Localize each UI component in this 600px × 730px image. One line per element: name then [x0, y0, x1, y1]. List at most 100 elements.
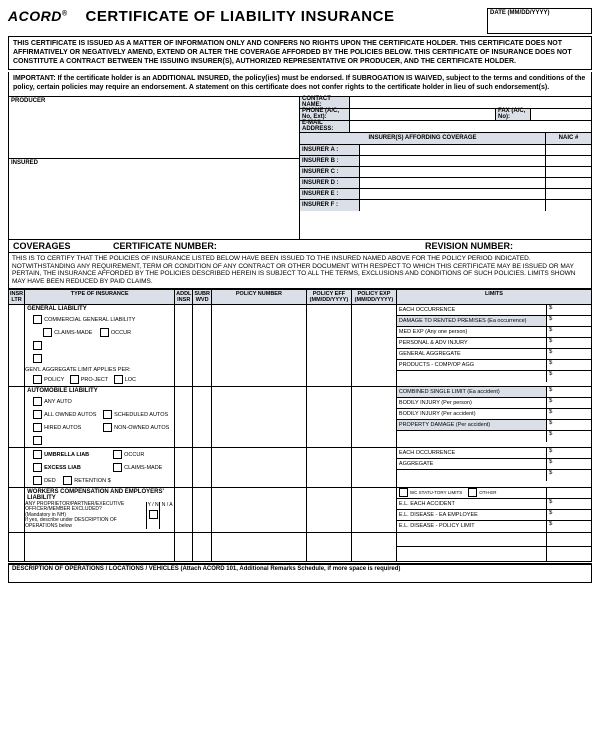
gl-ltr[interactable]	[9, 304, 25, 386]
fax-label: FAX (A/C, No):	[496, 109, 531, 120]
naic-a-field[interactable]	[546, 145, 591, 155]
umb-exp[interactable]	[351, 447, 396, 487]
umb-limits: EACH OCCURRENCE$ AGGREGATE$ $	[396, 447, 591, 487]
gl-subr[interactable]	[193, 304, 212, 386]
insured-field[interactable]: INSURED	[9, 159, 299, 239]
notice-important: IMPORTANT: If the certificate holder is …	[8, 72, 592, 97]
auto-all-check[interactable]	[33, 410, 42, 419]
blank-exp[interactable]	[351, 532, 396, 561]
blank-addl[interactable]	[175, 532, 193, 561]
wc-policy-num[interactable]	[211, 487, 306, 532]
auto-addl[interactable]	[175, 386, 193, 447]
blank-ltr[interactable]	[9, 532, 25, 561]
date-field[interactable]: DATE (MM/DD/YYYY)	[487, 8, 592, 34]
insurer-f-field[interactable]	[360, 200, 546, 211]
blank-subr[interactable]	[193, 532, 212, 561]
insurer-c-field[interactable]	[360, 167, 546, 177]
umb-ret-check[interactable]	[63, 476, 72, 485]
phone-field[interactable]	[350, 109, 496, 120]
wc-exp[interactable]	[351, 487, 396, 532]
wc-stat-check[interactable]	[399, 488, 408, 497]
auto-blank-check[interactable]	[33, 436, 42, 445]
coverages-header: COVERAGES	[9, 240, 109, 252]
wc-eff[interactable]	[306, 487, 351, 532]
wc-limits: WC STATU-TORY LIMITSOTH-ER E.L. EACH ACC…	[396, 487, 591, 532]
col-subr: SUBR WVD	[193, 289, 212, 304]
gl-blank2-check[interactable]	[33, 354, 42, 363]
gl-policy-num[interactable]	[211, 304, 306, 386]
naic-b-field[interactable]	[546, 156, 591, 166]
auto-policy-num[interactable]	[211, 386, 306, 447]
insurers-header: INSURER(S) AFFORDING COVERAGE	[300, 133, 546, 144]
wc-ltr[interactable]	[9, 487, 25, 532]
auto-ltr[interactable]	[9, 386, 25, 447]
auto-eff[interactable]	[306, 386, 351, 447]
email-field[interactable]	[350, 121, 591, 132]
insurer-e-label: INSURER E :	[300, 189, 360, 199]
gl-occur-check[interactable]	[100, 328, 109, 337]
producer-field[interactable]: PRODUCER	[9, 97, 299, 159]
form-title: CERTIFICATE OF LIABILITY INSURANCE	[86, 8, 487, 25]
col-addl: ADDL INSR	[175, 289, 193, 304]
certify-text: THIS IS TO CERTIFY THAT THE POLICIES OF …	[8, 253, 592, 289]
insurer-b-label: INSURER B :	[300, 156, 360, 166]
umb-eff[interactable]	[306, 447, 351, 487]
insurer-a-field[interactable]	[360, 145, 546, 155]
auto-exp[interactable]	[351, 386, 396, 447]
insurer-d-field[interactable]	[360, 178, 546, 188]
auto-sched-check[interactable]	[103, 410, 112, 419]
coverage-table: INSR LTR TYPE OF INSURANCE ADDL INSR SUB…	[8, 289, 592, 562]
gl-loc-check[interactable]	[114, 375, 123, 384]
col-exp: POLICY EXP (MM/DD/YYYY)	[351, 289, 396, 304]
umb-subr[interactable]	[193, 447, 212, 487]
gl-exp[interactable]	[351, 304, 396, 386]
col-ltr: INSR LTR	[9, 289, 25, 304]
gl-eff[interactable]	[306, 304, 351, 386]
umb-exc-check[interactable]	[33, 463, 42, 472]
naic-e-field[interactable]	[546, 189, 591, 199]
wc-subr[interactable]	[193, 487, 212, 532]
gl-claims-check[interactable]	[43, 328, 52, 337]
wc-oth-check[interactable]	[468, 488, 477, 497]
naic-c-field[interactable]	[546, 167, 591, 177]
notice-primary: THIS CERTIFICATE IS ISSUED AS A MATTER O…	[8, 36, 592, 70]
gl-addl[interactable]	[175, 304, 193, 386]
auto-subr[interactable]	[193, 386, 212, 447]
umb-policy-num[interactable]	[211, 447, 306, 487]
umb-occur-check[interactable]	[113, 450, 122, 459]
auto-non-check[interactable]	[103, 423, 112, 432]
gl-project-check[interactable]	[70, 375, 79, 384]
wc-yn-check[interactable]	[149, 510, 158, 519]
umb-umb-check[interactable]	[33, 450, 42, 459]
gl-comm-check[interactable]	[33, 315, 42, 324]
gl-policy-check[interactable]	[33, 375, 42, 384]
gl-type: GENERAL LIABILITY COMMERCIAL GENERAL LIA…	[25, 304, 175, 386]
insurer-f-label: INSURER F :	[300, 200, 360, 211]
blank-eff[interactable]	[306, 532, 351, 561]
umb-ltr[interactable]	[9, 447, 25, 487]
email-label: E-MAIL ADDRESS:	[300, 121, 350, 132]
umb-type: UMBRELLA LIABOCCUR EXCESS LIABCLAIMS-MAD…	[25, 447, 175, 487]
naic-d-field[interactable]	[546, 178, 591, 188]
wc-addl[interactable]	[175, 487, 193, 532]
fax-field[interactable]	[531, 109, 591, 120]
auto-hired-check[interactable]	[33, 423, 42, 432]
umb-claims-check[interactable]	[113, 463, 122, 472]
col-limits: LIMITS	[396, 289, 591, 304]
description-operations[interactable]: DESCRIPTION OF OPERATIONS / LOCATIONS / …	[8, 563, 592, 583]
gl-limits: EACH OCCURRENCE$ DAMAGE TO RENTED PREMIS…	[396, 304, 591, 386]
wc-type: WORKERS COMPENSATION AND EMPLOYERS' LIAB…	[25, 487, 175, 532]
gl-blank1-check[interactable]	[33, 341, 42, 350]
col-eff: POLICY EFF (MM/DD/YYYY)	[306, 289, 351, 304]
umb-addl[interactable]	[175, 447, 193, 487]
contact-name-field[interactable]	[350, 97, 591, 108]
insurer-e-field[interactable]	[360, 189, 546, 199]
blank-policy[interactable]	[211, 532, 306, 561]
auto-any-check[interactable]	[33, 397, 42, 406]
insurer-a-label: INSURER A :	[300, 145, 360, 155]
revision-number-label: REVISION NUMBER:	[421, 240, 591, 252]
blank-type[interactable]	[25, 532, 175, 561]
insurer-b-field[interactable]	[360, 156, 546, 166]
naic-f-field[interactable]	[546, 200, 591, 211]
umb-ded-check[interactable]	[33, 476, 42, 485]
